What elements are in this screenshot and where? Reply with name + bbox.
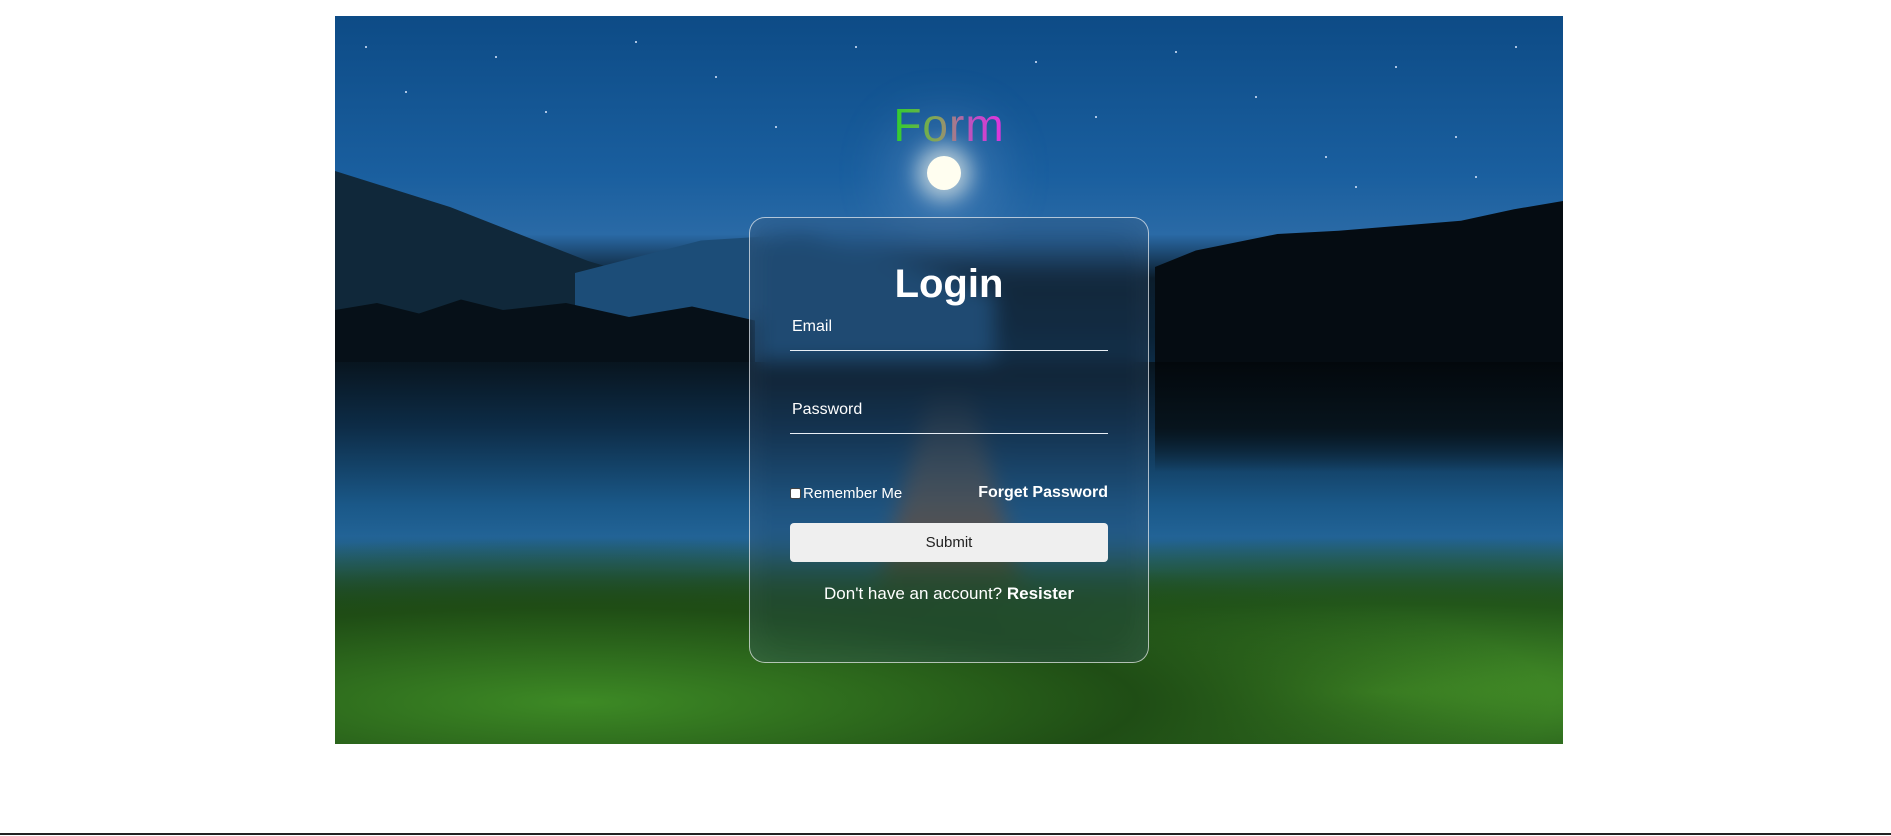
login-title: Login	[894, 262, 1004, 306]
bottom-divider	[0, 833, 1891, 835]
forest-right	[1155, 201, 1563, 366]
remember-me[interactable]: Remember Me	[790, 485, 902, 502]
remember-me-checkbox[interactable]	[790, 487, 801, 499]
logo-text: Form	[893, 99, 1005, 151]
background-scene: Form Login Email Password Remember Me Fo…	[335, 16, 1563, 744]
email-placeholder: Email	[792, 318, 833, 335]
password-placeholder: Password	[792, 401, 863, 418]
remember-me-label: Remember Me	[803, 484, 903, 502]
options-row: Remember Me Forget Password	[790, 481, 1108, 505]
submit-button[interactable]: Submit	[790, 523, 1108, 562]
forget-password-link[interactable]: Forget Password	[978, 484, 1108, 502]
email-field[interactable]: Email	[790, 318, 1108, 351]
login-card: Login Email Password Remember Me Forget …	[749, 217, 1149, 663]
no-account-text: Don't have an account?	[824, 584, 1003, 603]
password-field[interactable]: Password	[790, 401, 1108, 434]
forest-reflection	[1155, 362, 1563, 472]
register-prompt: Don't have an account? Resister	[750, 584, 1148, 604]
logo: Form	[335, 98, 1563, 152]
register-link[interactable]: Resister	[1007, 584, 1074, 603]
moon	[927, 156, 961, 190]
